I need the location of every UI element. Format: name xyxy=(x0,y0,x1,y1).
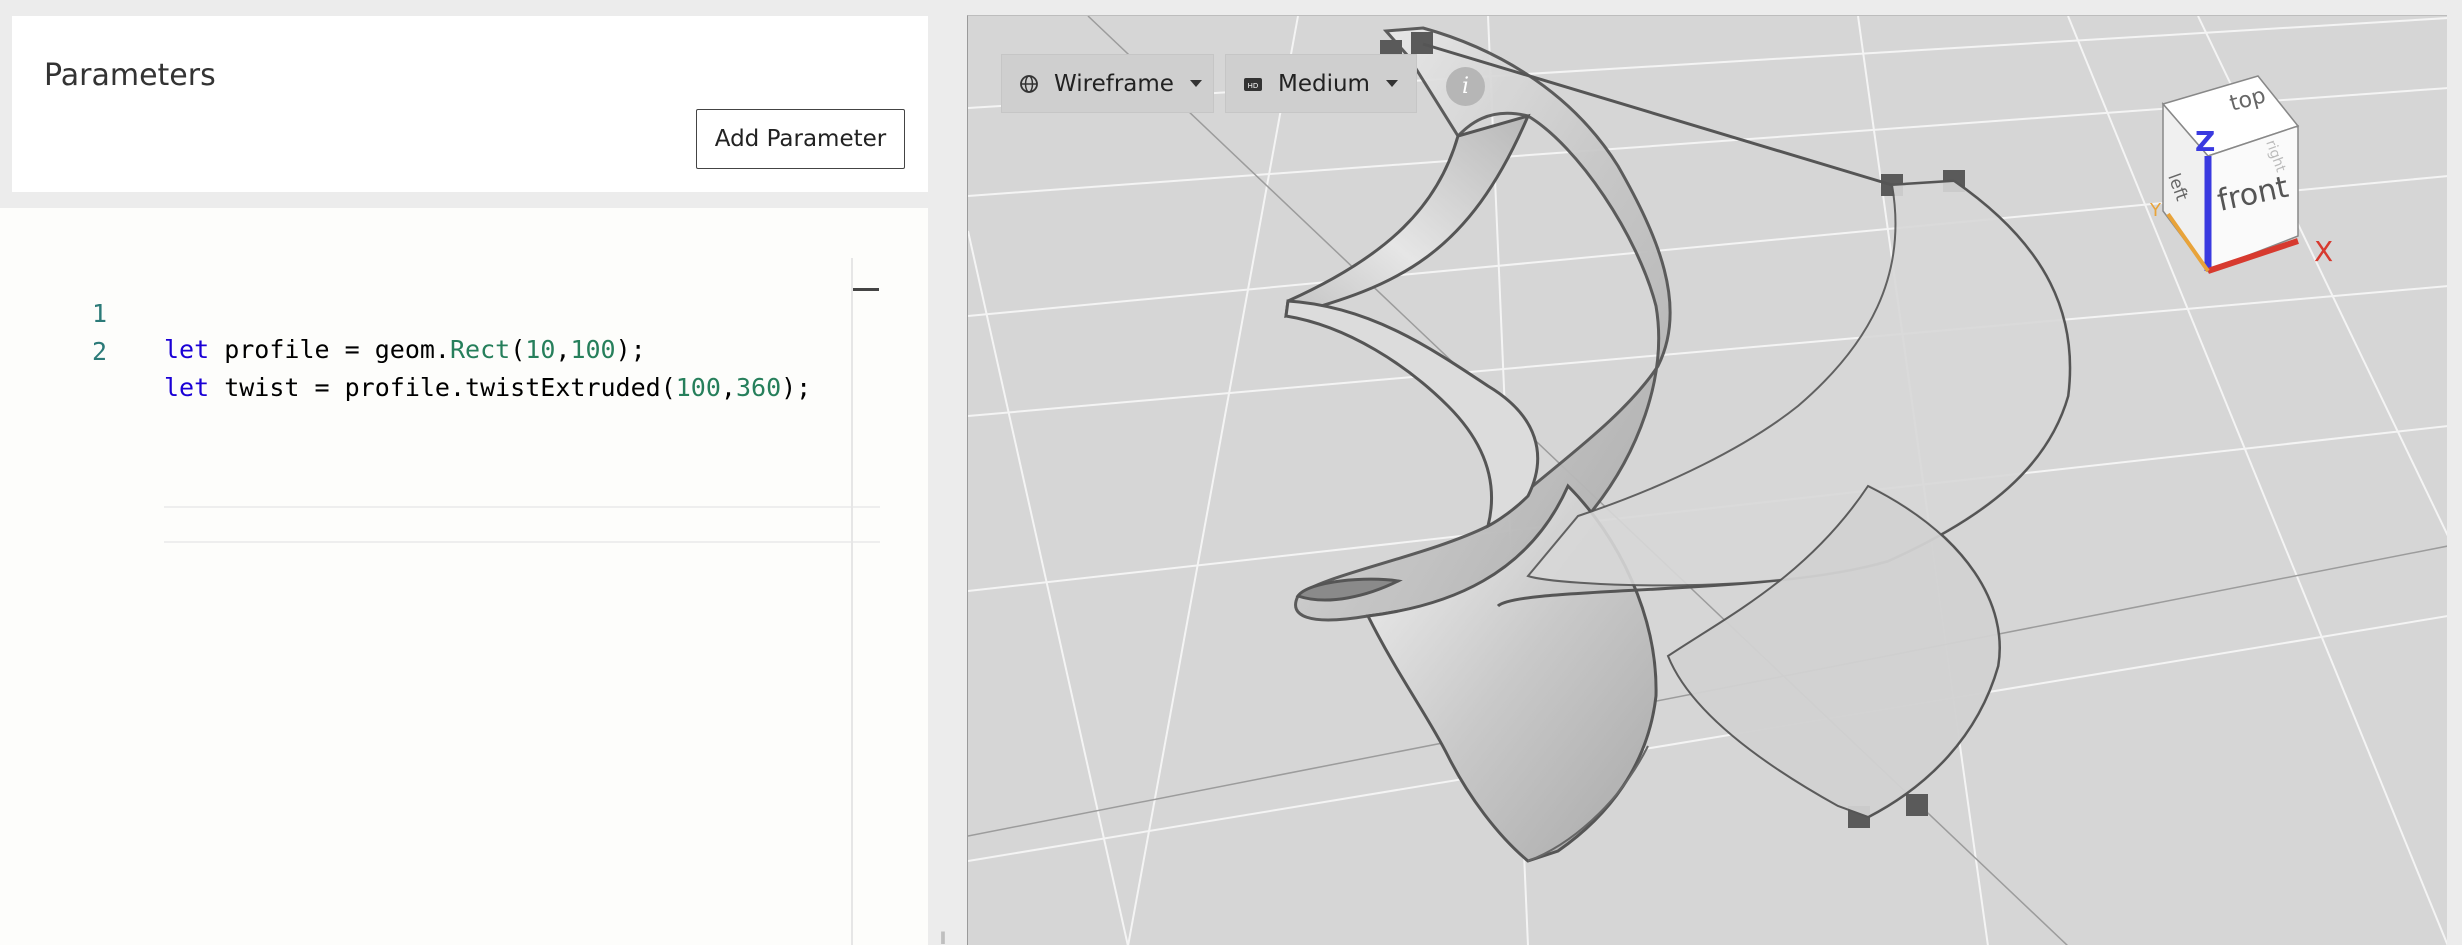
keyword: let xyxy=(164,373,210,402)
render-mode-label: Wireframe xyxy=(1054,70,1174,97)
function-name: Rect xyxy=(449,335,511,364)
info-button[interactable]: i xyxy=(1446,67,1485,106)
globe-icon xyxy=(1018,73,1040,95)
view-cube[interactable]: top front left right Z X Y xyxy=(2118,46,2348,276)
control-point[interactable] xyxy=(1411,32,1433,54)
svg-text:HD: HD xyxy=(1248,82,1259,90)
code-text[interactable]: let profile = geom.Rect(10,100); xyxy=(164,332,646,368)
chevron-down-icon xyxy=(1385,80,1398,87)
chevron-down-icon xyxy=(1189,80,1202,87)
quality-dropdown[interactable]: HD Medium xyxy=(1225,54,1417,113)
z-axis-label: Z xyxy=(2195,125,2215,158)
render-mode-dropdown[interactable]: Wireframe xyxy=(1001,54,1214,113)
number-literal: 100 xyxy=(570,335,616,364)
minimap-slider[interactable] xyxy=(853,288,879,291)
number-literal: 100 xyxy=(675,373,721,402)
minimap-divider xyxy=(851,258,853,945)
parameters-panel: Parameters Add Parameter xyxy=(12,16,928,192)
paren-open: ( xyxy=(510,335,526,364)
code-fragment: profile = geom. xyxy=(209,335,450,364)
quality-label: Medium xyxy=(1278,70,1370,97)
keyword: let xyxy=(164,335,210,364)
control-point[interactable] xyxy=(1906,794,1928,816)
twisted-extrusion-model xyxy=(1284,26,1672,863)
number-literal: 360 xyxy=(735,373,782,402)
code-editor[interactable]: 1 let profile = geom.Rect(10,100); 2 let… xyxy=(0,208,928,945)
hd-icon: HD xyxy=(1242,73,1264,95)
paren-close: ); xyxy=(615,335,646,364)
resize-handle[interactable]: ‖ xyxy=(940,930,950,945)
comma: , xyxy=(555,335,571,364)
comma: , xyxy=(720,373,736,402)
y-axis-label: Y xyxy=(2149,200,2162,221)
number-literal: 10 xyxy=(525,335,556,364)
add-parameter-button[interactable]: Add Parameter xyxy=(696,109,905,169)
paren-close: ); xyxy=(781,373,812,402)
code-text[interactable]: let twist = profile.twistExtruded(100,36… xyxy=(164,370,811,406)
line-number: 2 xyxy=(92,337,108,366)
parameters-title: Parameters xyxy=(44,58,216,93)
code-line-1[interactable]: 1 let profile = geom.Rect(10,100); xyxy=(0,260,880,364)
x-axis-label: X xyxy=(2314,235,2333,268)
current-line-highlight xyxy=(164,506,880,543)
3d-viewport[interactable]: Wireframe HD Medium i top front left rig… xyxy=(967,15,2447,945)
code-line-2[interactable]: 2 let twist = profile.twistExtruded(100,… xyxy=(0,298,880,402)
code-fragment: twist = profile.twistExtruded( xyxy=(209,373,676,402)
